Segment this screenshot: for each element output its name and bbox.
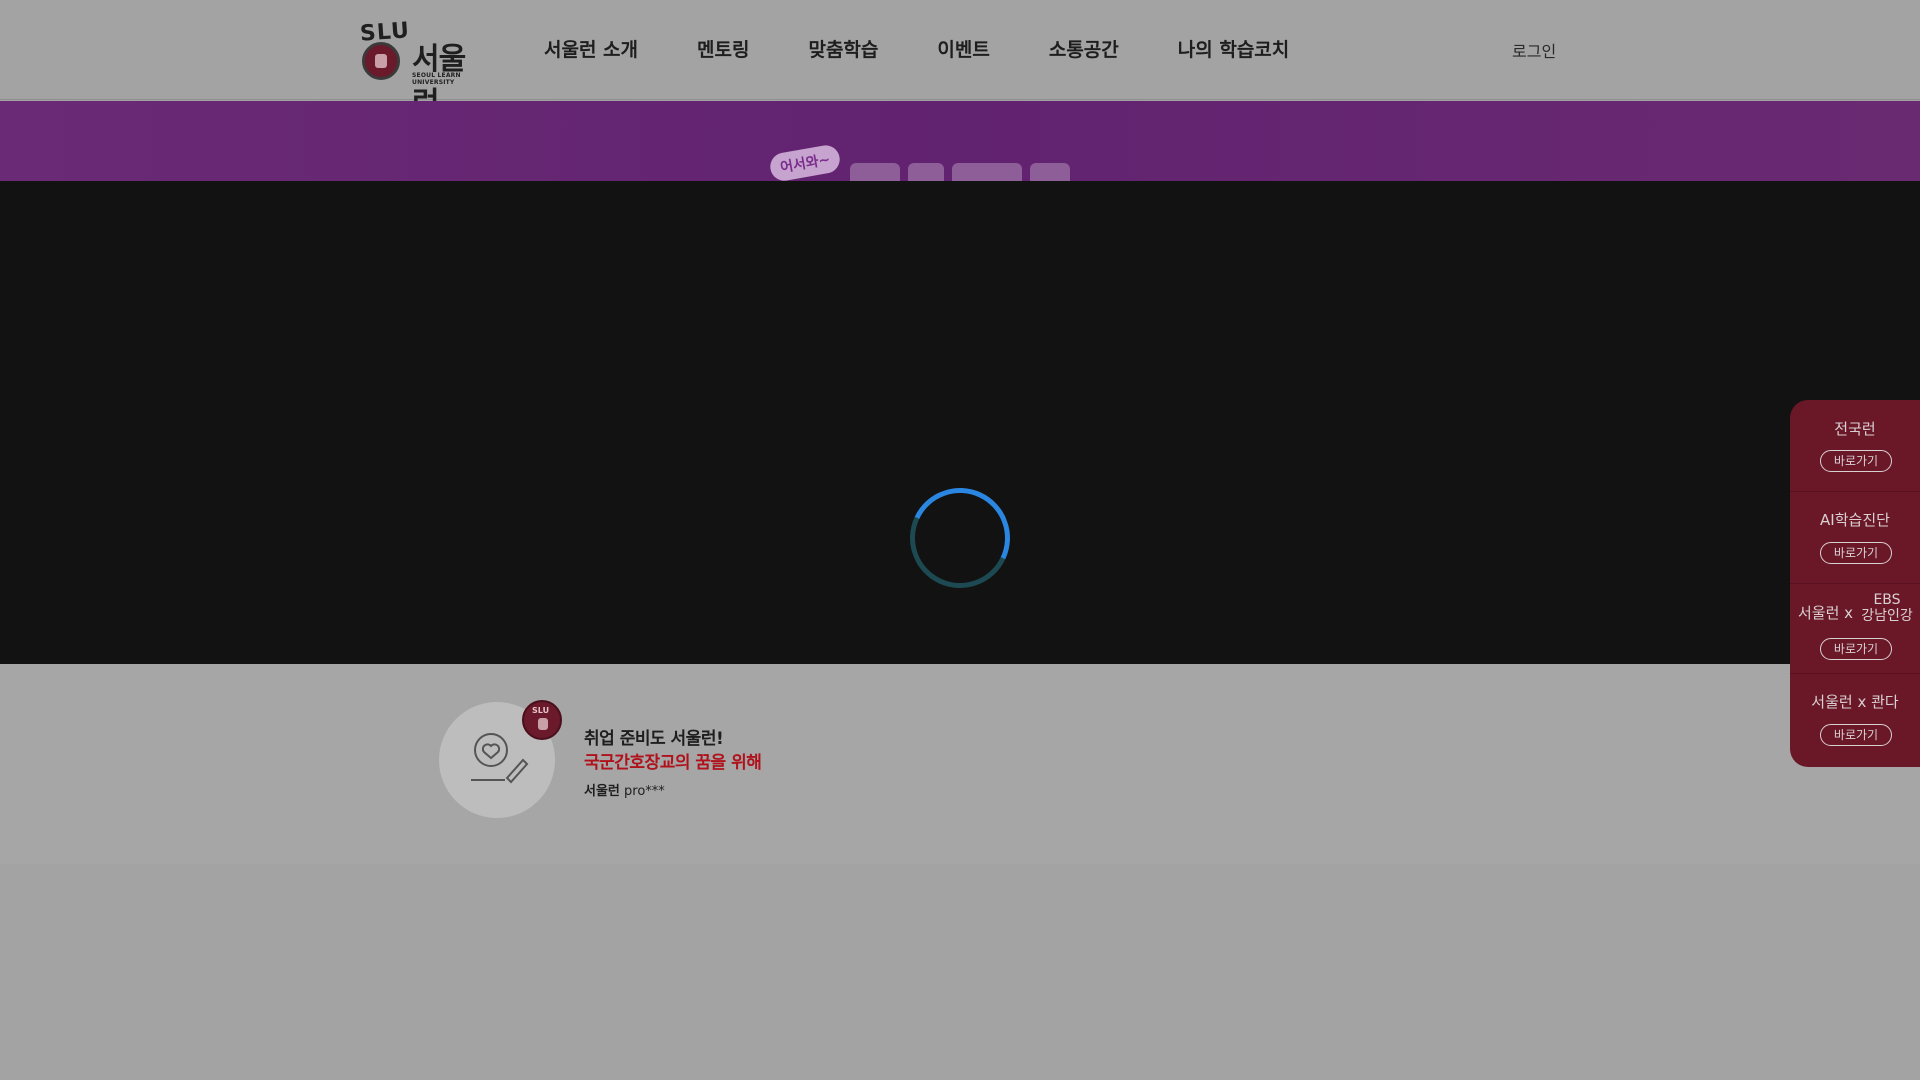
banner-badge: 어서와~ <box>768 143 843 181</box>
review-carousel: 취업 준비도 서울런! 국군간호장교의 꿈을 위해 서울런 pro*** <box>0 664 1920 864</box>
quick-menu: 전국런 바로가기 AI학습진단 바로가기 서울런 x EBS 강남인강 바로가기… <box>1790 400 1920 767</box>
main-nav: 서울런 소개 멘토링 맞춤학습 이벤트 소통공간 나의 학습코치 <box>544 35 1289 62</box>
review-title: 취업 준비도 서울런! <box>584 729 724 749</box>
quick-item-label: 서울런 x 콴다 <box>1811 693 1899 711</box>
quick-go-button-nationwide[interactable]: 바로가기 <box>1820 450 1892 472</box>
review-card-empty <box>1200 664 1600 864</box>
video-player-overlay[interactable] <box>0 181 1920 664</box>
nav-item-about[interactable]: 서울런 소개 <box>544 35 638 62</box>
hero-banner: 어서와~ <box>0 101 1920 181</box>
review-author-brand: 서울런 <box>584 784 620 799</box>
nav-item-my-coach[interactable]: 나의 학습코치 <box>1178 35 1290 62</box>
gangnam-label: 강남인강 <box>1861 608 1913 624</box>
quick-item-label-left: 서울런 x <box>1798 604 1854 622</box>
nav-item-custom-learning[interactable]: 맞춤학습 <box>808 35 878 62</box>
review-card-empty <box>0 664 400 864</box>
nav-item-community[interactable]: 소통공간 <box>1049 35 1119 62</box>
logo-seal-icon <box>362 42 400 80</box>
review-author: 서울런 pro*** <box>584 780 665 799</box>
site-header: SLU 서울런 SEOUL LEARN UNIVERSITY 서울런 소개 멘토… <box>0 0 1920 121</box>
nav-item-events[interactable]: 이벤트 <box>937 35 989 62</box>
nav-item-mentoring[interactable]: 멘토링 <box>697 35 749 62</box>
review-author-name: pro*** <box>624 784 665 799</box>
review-card-empty <box>800 664 1200 864</box>
quick-item-nationwide: 전국런 바로가기 <box>1790 400 1920 492</box>
ebs-label: EBS <box>1873 592 1901 608</box>
quick-go-button-ebs[interactable]: 바로가기 <box>1820 638 1892 660</box>
quick-go-button-ai-diagnosis[interactable]: 바로가기 <box>1820 542 1892 564</box>
quick-item-label: 전국런 <box>1834 420 1876 438</box>
review-subtitle: 국군간호장교의 꿈을 위해 <box>584 753 762 773</box>
quick-item-label-ebs: EBS 강남인강 <box>1854 592 1920 624</box>
logo-subtitle: SEOUL LEARN UNIVERSITY <box>412 72 461 86</box>
quick-item-qanda: 서울런 x 콴다 바로가기 <box>1790 674 1920 767</box>
quick-go-button-qanda[interactable]: 바로가기 <box>1820 724 1892 746</box>
banner-headline-peek <box>850 163 1150 181</box>
quick-item-ai-diagnosis: AI학습진단 바로가기 <box>1790 492 1920 584</box>
quick-item-ebs: 서울런 x EBS 강남인강 바로가기 <box>1790 584 1920 674</box>
quick-item-label: AI학습진단 <box>1820 511 1890 529</box>
login-link[interactable]: 로그인 <box>1512 38 1556 62</box>
site-logo[interactable]: SLU 서울런 SEOUL LEARN UNIVERSITY <box>358 18 488 121</box>
review-card[interactable]: 취업 준비도 서울런! 국군간호장교의 꿈을 위해 서울런 pro*** <box>400 664 800 864</box>
chat-pen-icon <box>471 733 529 784</box>
slu-seal-icon <box>522 700 562 740</box>
